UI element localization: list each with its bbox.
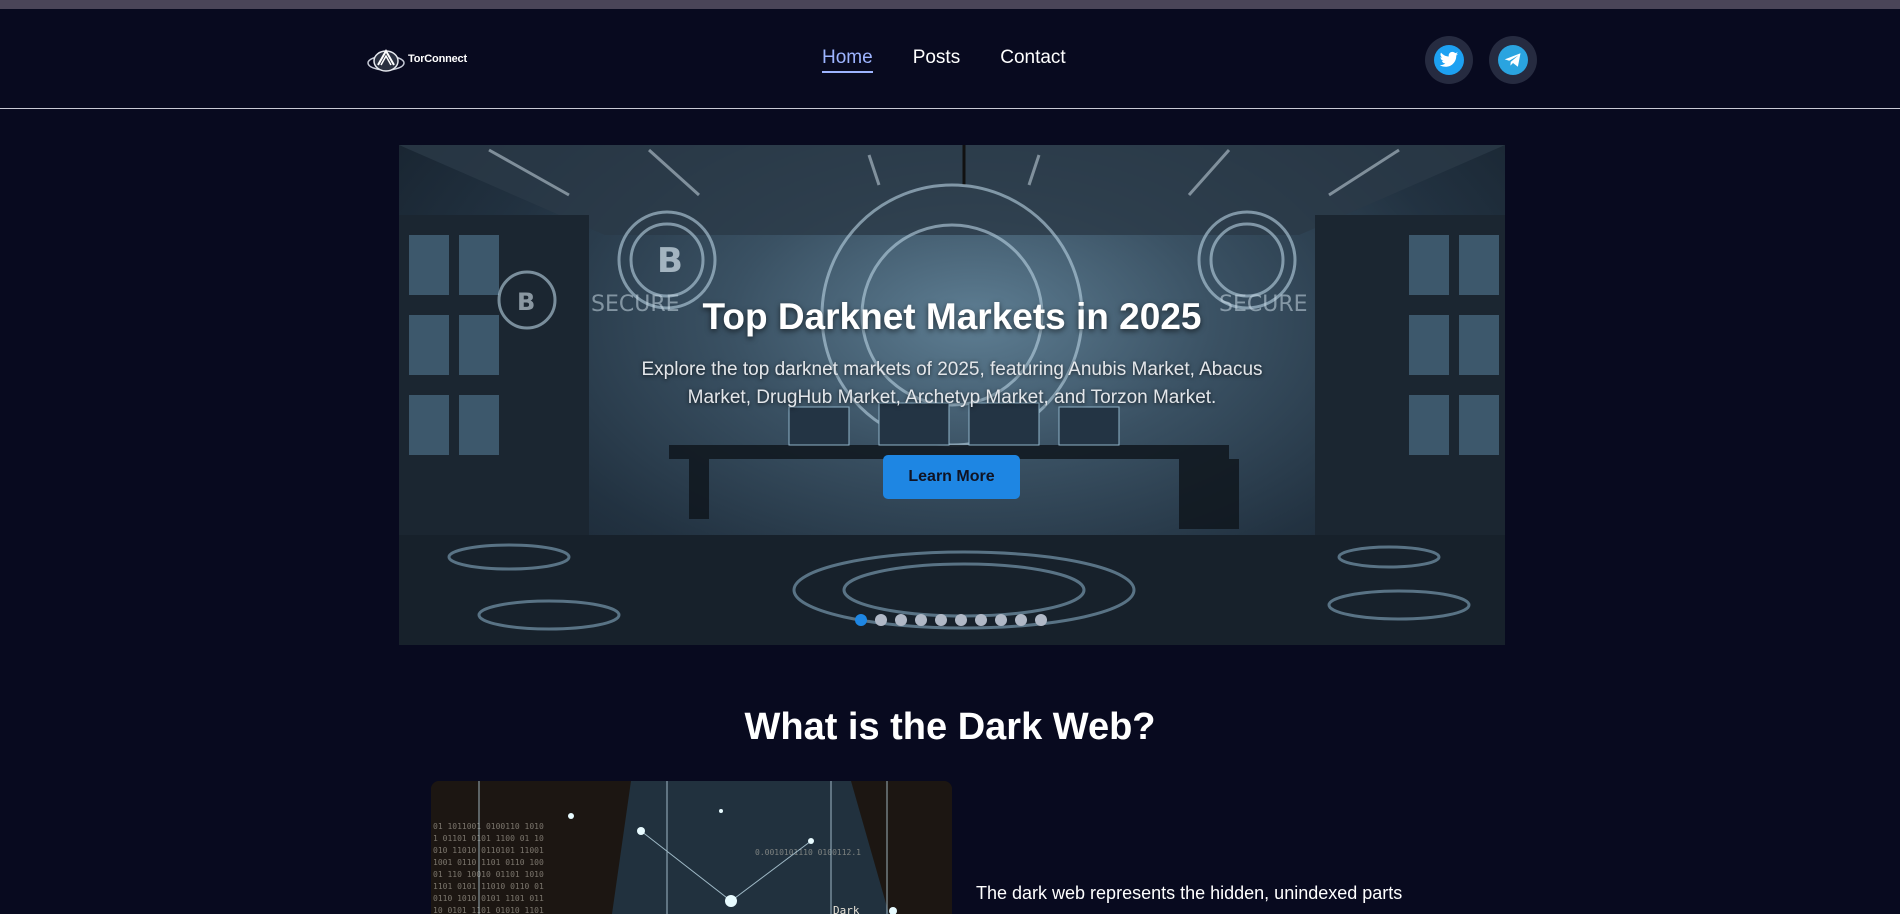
svg-text:1101 0101 11010 0110 01: 1101 0101 11010 0110 01 — [433, 882, 544, 891]
site-header: TorConnect Home Posts Contact — [0, 9, 1900, 109]
dark-web-image: 01 1011001 0100110 1010 1 01101 0101 110… — [431, 781, 952, 914]
hero-description: Explore the top darknet markets of 2025,… — [641, 359, 1263, 408]
carousel-dot[interactable] — [975, 614, 987, 626]
svg-text:0.0010101110 0100112.1: 0.0010101110 0100112.1 — [755, 848, 861, 857]
carousel-dot[interactable] — [915, 614, 927, 626]
twitter-button[interactable] — [1425, 36, 1473, 84]
main-nav: Home Posts Contact — [822, 47, 1066, 73]
svg-text:010 11010 0110101 11001: 010 11010 0110101 11001 — [433, 846, 544, 855]
nav-home[interactable]: Home — [822, 47, 873, 73]
carousel-dot[interactable] — [1035, 614, 1047, 626]
svg-text:01 1011001 0100110 1010: 01 1011001 0100110 1010 — [433, 822, 544, 831]
carousel-indicators — [855, 614, 1047, 626]
svg-text:10 0101 1101 01010 1101: 10 0101 1101 01010 1101 — [433, 906, 544, 914]
svg-text:1 01101 0101 1100 01 10: 1 01101 0101 1100 01 10 — [433, 834, 544, 843]
logo-emblem-icon — [367, 48, 405, 72]
telegram-button[interactable] — [1489, 36, 1537, 84]
telegram-icon — [1504, 53, 1521, 67]
carousel-dot[interactable] — [955, 614, 967, 626]
carousel-dot[interactable] — [895, 614, 907, 626]
browser-top-strip — [0, 0, 1900, 9]
hero-carousel: B B SECURE SECURE Top Darknet Markets in… — [399, 145, 1505, 645]
svg-text:01 110 10010 01101 1010: 01 110 10010 01101 1010 — [433, 870, 544, 879]
section-title: What is the Dark Web? — [744, 706, 1156, 748]
image-caption-text: Dark — [833, 904, 860, 914]
nav-posts[interactable]: Posts — [913, 47, 961, 73]
site-logo[interactable]: TorConnect — [366, 45, 467, 73]
carousel-dot[interactable] — [875, 614, 887, 626]
carousel-dot[interactable] — [855, 614, 867, 626]
twitter-icon — [1439, 51, 1459, 67]
hero-title: Top Darknet Markets in 2025 — [702, 296, 1202, 337]
carousel-dot[interactable] — [935, 614, 947, 626]
carousel-dot[interactable] — [1015, 614, 1027, 626]
logo-text: TorConnect — [408, 53, 467, 65]
nav-contact[interactable]: Contact — [1000, 47, 1065, 73]
learn-more-button[interactable]: Learn More — [883, 455, 1020, 499]
carousel-dot[interactable] — [995, 614, 1007, 626]
section-body-text: The dark web represents the hidden, unin… — [976, 883, 1403, 903]
hero-content: Top Darknet Markets in 2025 Explore the … — [399, 145, 1505, 645]
svg-text:1001 0110 1101 0110 100: 1001 0110 1101 0110 100 — [433, 858, 544, 867]
svg-text:0110 1010 0101 1101 011: 0110 1010 0101 1101 011 — [433, 894, 544, 903]
